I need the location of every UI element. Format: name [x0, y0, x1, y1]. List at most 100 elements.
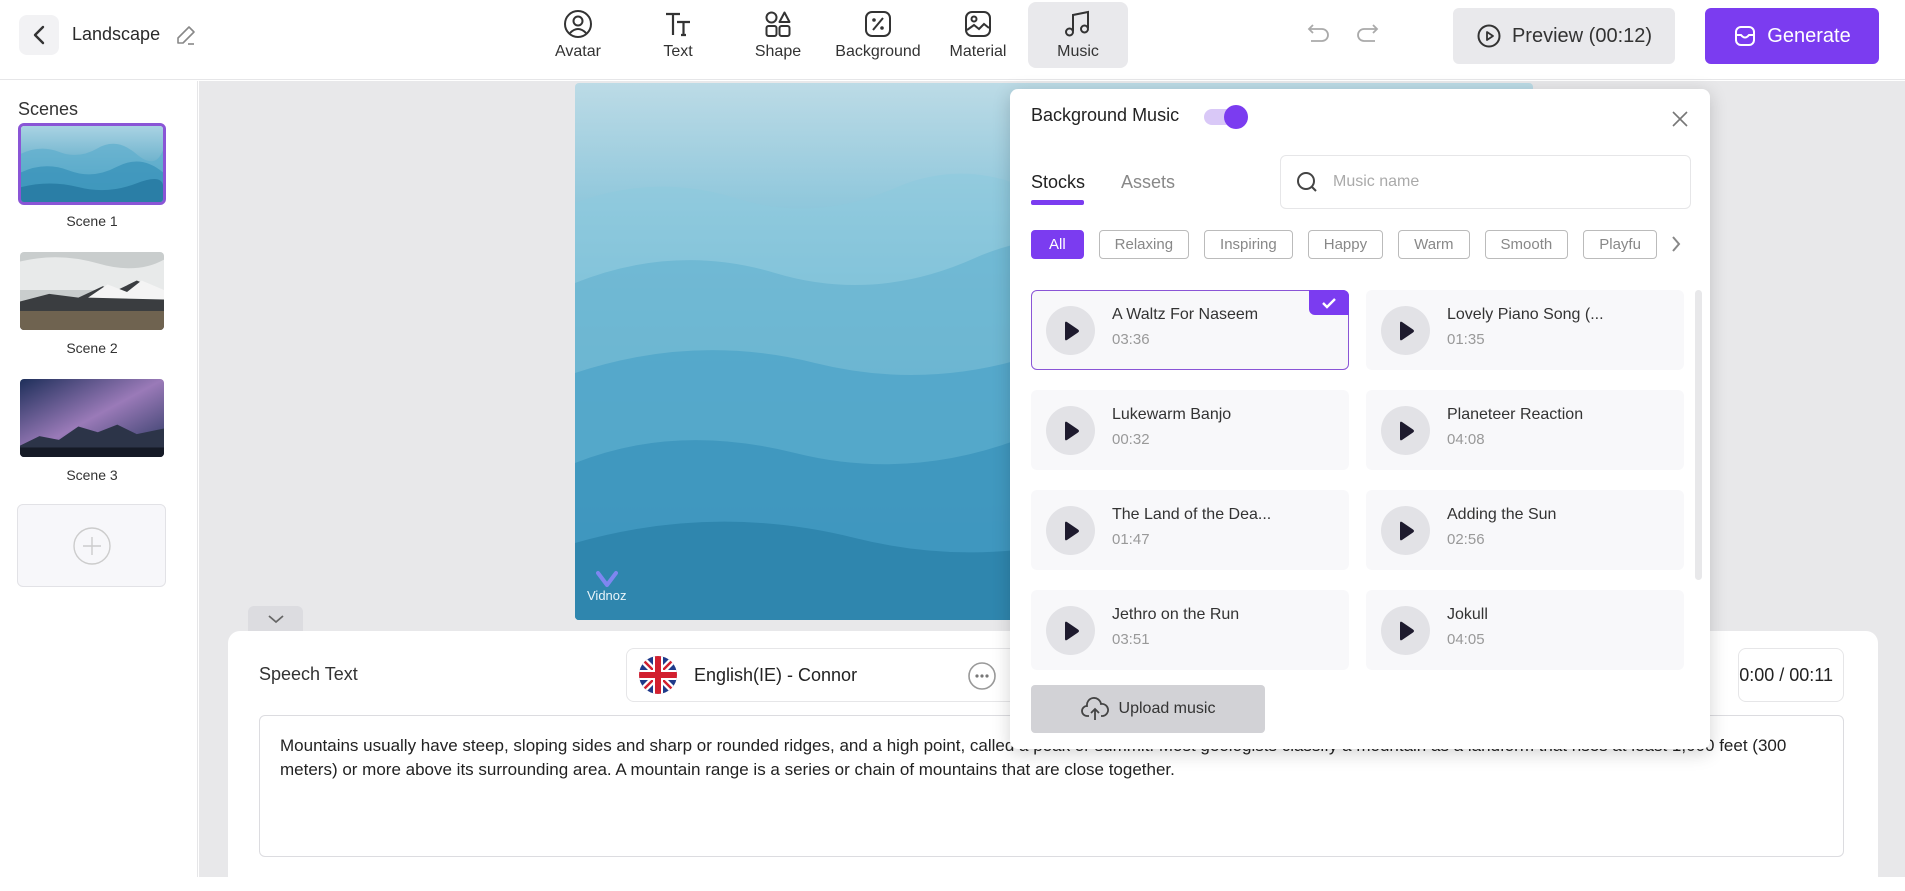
- upload-music-label: Upload music: [1118, 700, 1216, 717]
- more-options-icon[interactable]: [967, 661, 997, 691]
- scene-label: Scene 1: [66, 213, 118, 229]
- music-search-input[interactable]: [1333, 173, 1653, 191]
- category-chip[interactable]: Playfu: [1583, 230, 1657, 259]
- scene-item[interactable]: Scene 3: [18, 377, 166, 483]
- track-duration: 00:32: [1112, 431, 1150, 448]
- track-name: Jokull: [1447, 606, 1488, 623]
- play-button[interactable]: [1381, 406, 1430, 455]
- voice-name: English(IE) - Connor: [694, 664, 858, 685]
- category-chip[interactable]: Happy: [1307, 230, 1384, 259]
- track-name: A Waltz For Naseem: [1112, 306, 1259, 323]
- track-name: Planeteer Reaction: [1447, 406, 1584, 423]
- scene-thumbnail: [18, 123, 166, 205]
- chevron-right-icon: [1672, 236, 1681, 252]
- back-button[interactable]: [19, 15, 59, 55]
- generate-button[interactable]: Generate: [1705, 8, 1879, 64]
- tool-material[interactable]: Material: [928, 2, 1028, 68]
- music-track-card[interactable]: Lukewarm Banjo 00:32: [1031, 390, 1349, 470]
- track-duration: 01:47: [1112, 531, 1150, 548]
- background-icon: [865, 11, 891, 37]
- plus-circle-icon: [72, 526, 111, 565]
- preview-button[interactable]: Preview (00:12): [1453, 8, 1675, 64]
- cloud-upload-icon: [1080, 697, 1109, 720]
- scene-thumbnail: [18, 377, 166, 459]
- watermark-text: Vidnoz: [587, 588, 627, 603]
- scene-label: Scene 2: [66, 340, 118, 356]
- category-chip[interactable]: Warm: [1398, 230, 1470, 259]
- collapse-panel-button[interactable]: [248, 606, 303, 632]
- music-track-card[interactable]: Jokull 04:05: [1366, 590, 1684, 670]
- uk-flag-icon: [639, 656, 677, 694]
- scene-item[interactable]: Scene 2: [18, 250, 166, 356]
- play-circle-icon: [1477, 24, 1501, 48]
- toolbar: Avatar Text Shape Background Material Mu…: [528, 2, 1128, 68]
- music-track-card[interactable]: The Land of the Dea... 01:47: [1031, 490, 1349, 570]
- category-chip[interactable]: Relaxing: [1098, 230, 1190, 259]
- play-button[interactable]: [1046, 606, 1095, 655]
- close-icon: [1672, 111, 1688, 127]
- categories-next-button[interactable]: [1670, 234, 1682, 259]
- play-icon: [1064, 421, 1079, 440]
- scene-item[interactable]: Scene 1: [18, 123, 166, 229]
- material-icon: [965, 11, 991, 37]
- play-icon: [1064, 321, 1079, 340]
- tool-label: Background: [835, 43, 921, 60]
- track-duration: 04:08: [1447, 431, 1485, 448]
- play-button[interactable]: [1046, 506, 1095, 555]
- background-music-toggle[interactable]: [1204, 105, 1248, 129]
- category-chip[interactable]: All: [1031, 230, 1084, 259]
- category-chip[interactable]: Smooth: [1484, 230, 1569, 259]
- play-icon: [1399, 321, 1414, 340]
- tool-label: Text: [663, 43, 693, 60]
- add-scene-button[interactable]: [17, 504, 166, 587]
- search-icon: [1297, 172, 1317, 192]
- tool-text[interactable]: Text: [628, 2, 728, 68]
- top-bar: Landscape Avatar Text Shape Background M…: [0, 0, 1905, 80]
- scenes-title: Scenes: [18, 99, 79, 119]
- track-duration: 01:35: [1447, 331, 1485, 348]
- music-track-card[interactable]: A Waltz For Naseem 03:36: [1031, 290, 1349, 370]
- music-track-card[interactable]: Jethro on the Run 03:51: [1031, 590, 1349, 670]
- play-button[interactable]: [1381, 306, 1430, 355]
- music-track-list: A Waltz For Naseem 03:36 Lovely Piano Song…: [1031, 290, 1684, 670]
- speech-duration: 00:00 / 00:11: [1738, 648, 1844, 702]
- category-chip[interactable]: Inspiring: [1204, 230, 1293, 259]
- redo-icon[interactable]: [1355, 21, 1381, 47]
- voice-selector[interactable]: English(IE) - Connor: [626, 648, 1026, 702]
- scenes-sidebar: Scenes Scene 1 Scene 2 Scene 3: [0, 81, 198, 877]
- play-button[interactable]: [1046, 306, 1095, 355]
- avatar-icon: [564, 10, 592, 38]
- music-track-card[interactable]: Lovely Piano Song (... 01:35: [1366, 290, 1684, 370]
- tool-avatar[interactable]: Avatar: [528, 2, 628, 68]
- music-track-card[interactable]: Planeteer Reaction 04:08: [1366, 390, 1684, 470]
- text-icon: [666, 12, 690, 37]
- undo-icon[interactable]: [1305, 21, 1331, 47]
- active-tab-indicator: [1031, 200, 1084, 205]
- tool-music[interactable]: Music: [1028, 2, 1128, 68]
- preview-label: Preview (00:12): [1511, 24, 1653, 47]
- chevron-left-icon: [33, 25, 45, 45]
- track-duration: 02:56: [1447, 531, 1485, 548]
- tab-assets[interactable]: Assets: [1121, 172, 1175, 193]
- play-button[interactable]: [1381, 506, 1430, 555]
- track-duration: 04:05: [1447, 631, 1485, 648]
- tool-label: Avatar: [555, 43, 601, 60]
- edit-title-button[interactable]: [174, 23, 198, 52]
- upload-music-button[interactable]: Upload music: [1031, 685, 1265, 733]
- vidnoz-logo-icon: [595, 571, 618, 587]
- track-list-scrollbar[interactable]: [1695, 290, 1702, 580]
- tool-background[interactable]: Background: [828, 2, 928, 68]
- toggle-knob: [1224, 105, 1248, 129]
- speech-text-label: Speech Text: [259, 664, 358, 684]
- music-search: [1280, 155, 1691, 209]
- history-controls: [1305, 21, 1381, 47]
- play-button[interactable]: [1046, 406, 1095, 455]
- play-button[interactable]: [1381, 606, 1430, 655]
- tab-stocks[interactable]: Stocks: [1031, 172, 1085, 193]
- close-button[interactable]: [1670, 109, 1690, 134]
- tool-label: Shape: [754, 43, 802, 60]
- tool-shape[interactable]: Shape: [728, 2, 828, 68]
- play-icon: [1399, 421, 1414, 440]
- checkmark-icon: [1322, 297, 1336, 309]
- music-track-card[interactable]: Adding the Sun 02:56: [1366, 490, 1684, 570]
